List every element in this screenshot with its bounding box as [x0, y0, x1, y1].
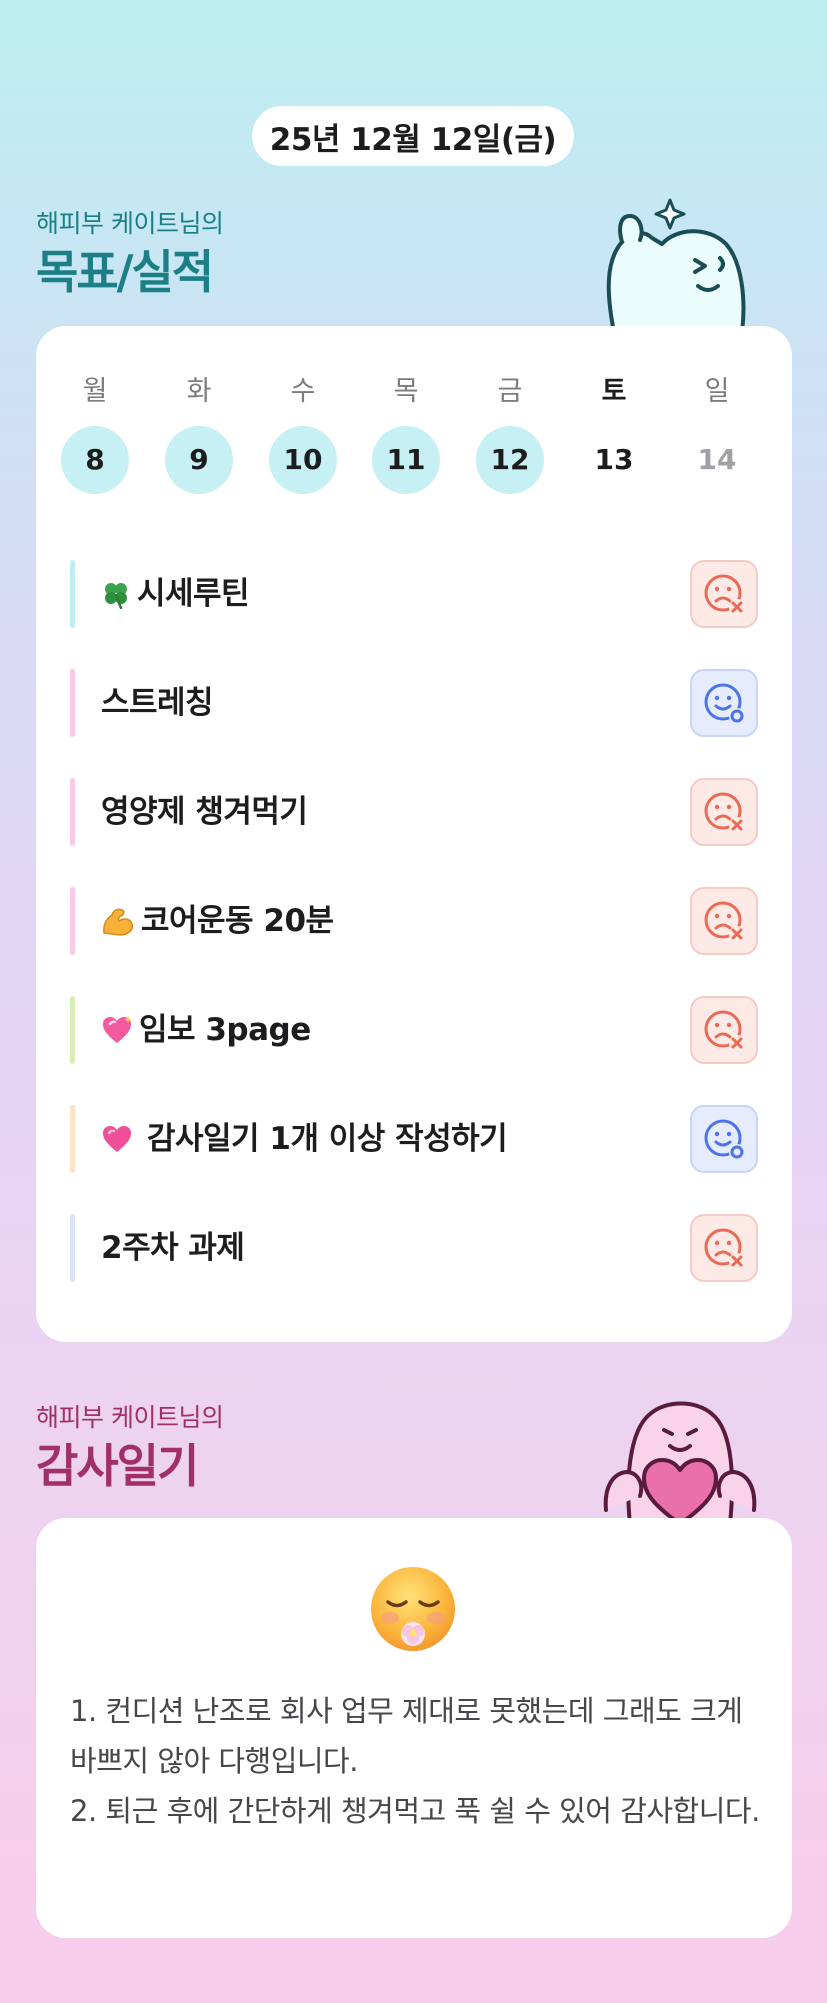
goal-color-bar — [70, 669, 75, 737]
goal-label-wrap: 감사일기 1개 이상 작성하기 — [101, 1091, 508, 1187]
goal-label: 코어운동 20분 — [141, 903, 334, 939]
goal-color-bar — [70, 1105, 75, 1173]
goal-label-wrap: 영양제 챙겨먹기 — [101, 764, 308, 860]
goal-item[interactable]: 스트레칭 — [36, 655, 792, 764]
day-number: 13 — [594, 443, 634, 476]
goal-label-wrap: 스트레칭 — [101, 655, 214, 751]
goal-label: 영양제 챙겨먹기 — [101, 794, 308, 830]
goal-status-success[interactable] — [690, 1105, 758, 1173]
diary-line: 1. 컨디션 난조로 회사 업무 제대로 못했는데 그래도 크게 바쁘지 않아 … — [70, 1694, 743, 1778]
goal-color-bar — [70, 996, 75, 1064]
day-sun[interactable]: 일 14 — [682, 374, 752, 484]
goal-label: 임보 3page — [139, 1012, 311, 1048]
sad-face-x-icon — [704, 1010, 745, 1051]
diary-card: 1. 컨디션 난조로 회사 업무 제대로 못했는데 그래도 크게 바쁘지 않아 … — [36, 1518, 792, 1938]
goal-item[interactable]: 임보 3page — [36, 982, 792, 1091]
flexed-biceps-icon — [103, 908, 134, 936]
goal-color-bar — [70, 778, 75, 846]
current-date: 25년 12월 12일(금) — [269, 121, 557, 158]
mascot-heart-icon — [603, 1401, 757, 1524]
sad-face-x-icon — [704, 1228, 745, 1269]
goal-label-wrap: 2주차 과제 — [101, 1200, 245, 1296]
sad-face-x-icon — [704, 901, 745, 942]
sad-face-x-icon — [704, 574, 745, 615]
goal-color-bar — [70, 887, 75, 955]
week-calendar: 월 8 화 9 수 10 목 11 금 12 토 13 일 14 — [60, 374, 768, 494]
pink-heart-icon — [103, 1126, 131, 1152]
day-name: 목 — [393, 376, 419, 407]
diary-section-title: 감사일기 — [36, 1439, 199, 1493]
goal-status-fail[interactable] — [690, 887, 758, 955]
relieved-face-with-flower-icon — [371, 1567, 455, 1651]
smile-face-check-icon — [704, 683, 745, 724]
goal-item[interactable]: 감사일기 1개 이상 작성하기 — [36, 1091, 792, 1200]
day-name: 금 — [497, 376, 523, 407]
goal-list: 시세루틴 스트레칭 영양제 챙겨먹기 코어운동 20분 임보 3page 감사일… — [36, 546, 792, 1309]
day-fri[interactable]: 금 12 — [475, 374, 545, 494]
goal-color-bar — [70, 1214, 75, 1282]
day-number: 8 — [61, 426, 129, 494]
clover-icon — [105, 583, 127, 609]
goal-status-fail[interactable] — [690, 560, 758, 628]
sad-face-x-icon — [704, 792, 745, 833]
diary-text: 1. 컨디션 난조로 회사 업무 제대로 못했는데 그래도 크게 바쁘지 않아 … — [70, 1686, 770, 1836]
day-name: 일 — [704, 376, 730, 407]
day-mon[interactable]: 월 8 — [60, 374, 130, 494]
goal-label-wrap: 시세루틴 — [101, 546, 250, 642]
goals-section-title: 목표/실적 — [36, 245, 214, 299]
goal-label: 감사일기 1개 이상 작성하기 — [147, 1121, 508, 1157]
day-number: 9 — [165, 426, 233, 494]
goal-label: 시세루틴 — [137, 576, 250, 612]
goals-section-subtitle: 해피부 케이트님의 — [36, 209, 224, 238]
day-name: 화 — [186, 376, 212, 407]
day-wed[interactable]: 수 10 — [268, 374, 338, 494]
day-number: 10 — [269, 426, 337, 494]
diary-line: 2. 퇴근 후에 간단하게 챙겨먹고 푹 쉴 수 있어 감사합니다. — [70, 1794, 760, 1828]
goal-status-fail[interactable] — [690, 996, 758, 1064]
goal-item[interactable]: 영양제 챙겨먹기 — [36, 764, 792, 873]
goal-label-wrap: 임보 3page — [101, 982, 311, 1078]
day-name: 토 — [601, 376, 627, 407]
goal-status-fail[interactable] — [690, 1214, 758, 1282]
date-pill[interactable]: 25년 12월 12일(금) — [252, 106, 574, 166]
day-number: 11 — [372, 426, 440, 494]
day-tue[interactable]: 화 9 — [164, 374, 234, 494]
smile-face-check-icon — [704, 1119, 745, 1160]
day-name: 수 — [290, 376, 316, 407]
day-thu[interactable]: 목 11 — [371, 374, 441, 494]
goal-label: 스트레칭 — [101, 685, 214, 721]
sparkling-heart-icon — [103, 1016, 132, 1043]
goal-label: 2주차 과제 — [101, 1230, 245, 1266]
goal-item[interactable]: 2주차 과제 — [36, 1200, 792, 1309]
goal-item[interactable]: 시세루틴 — [36, 546, 792, 655]
day-number: 12 — [476, 426, 544, 494]
goal-item[interactable]: 코어운동 20분 — [36, 873, 792, 982]
goal-color-bar — [70, 560, 75, 628]
goal-status-fail[interactable] — [690, 778, 758, 846]
goal-label-wrap: 코어운동 20분 — [101, 873, 334, 969]
goal-status-success[interactable] — [690, 669, 758, 737]
day-sat[interactable]: 토 13 — [579, 374, 649, 484]
diary-section-subtitle: 해피부 케이트님의 — [36, 1403, 224, 1432]
goals-card: 월 8 화 9 수 10 목 11 금 12 토 13 일 14 시세루틴 스트… — [36, 326, 792, 1342]
day-name: 월 — [82, 376, 108, 407]
day-number: 14 — [697, 443, 737, 476]
mascot-waving-icon — [606, 198, 746, 332]
